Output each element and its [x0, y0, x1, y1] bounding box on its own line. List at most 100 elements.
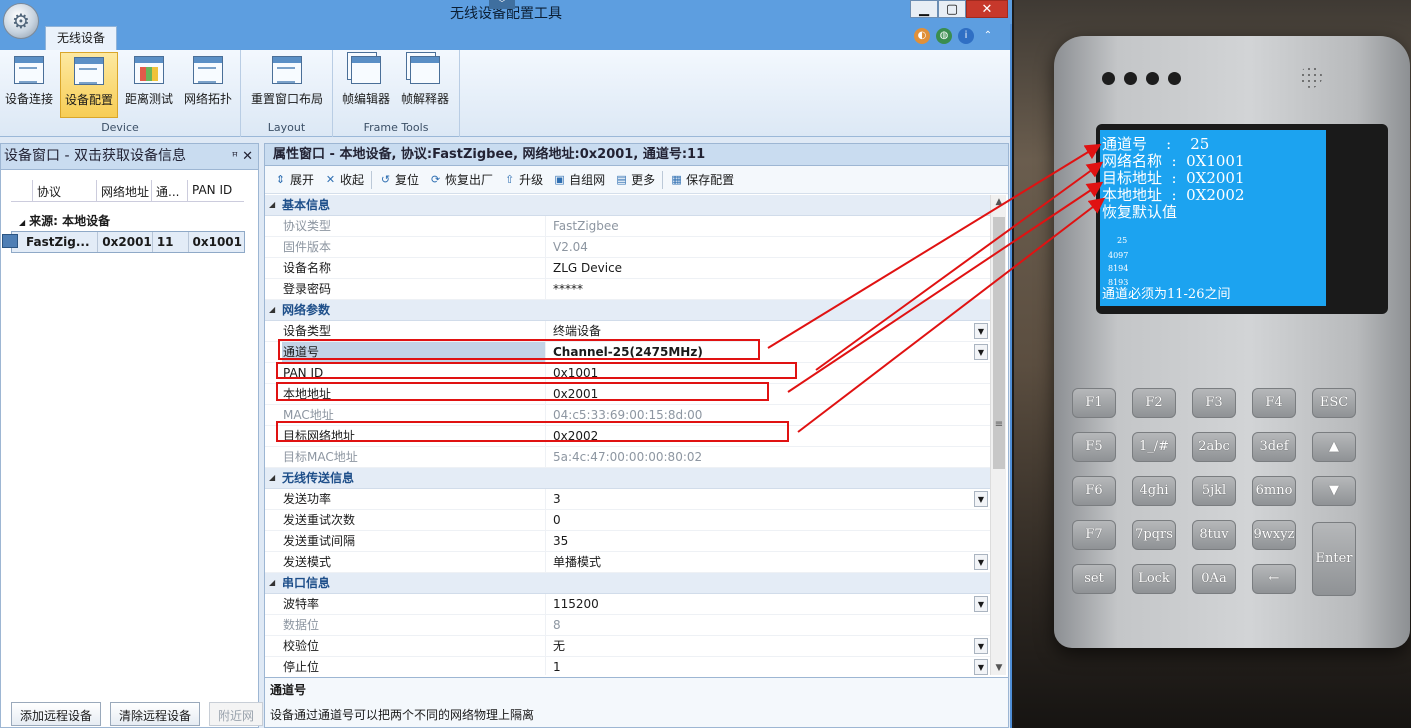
prop-row[interactable]: 校验位无 ▼ — [265, 636, 991, 657]
prop-row[interactable]: 发送重试次数 0 — [265, 510, 991, 531]
section-basic-info[interactable]: 基本信息 — [265, 195, 991, 216]
device-connect-button[interactable]: 设备连接 — [0, 52, 58, 118]
chevron-down-icon[interactable]: ▼ — [974, 323, 988, 339]
add-remote-device-button[interactable]: 添加远程设备 — [11, 702, 102, 726]
col-channel[interactable]: 通... — [152, 180, 188, 201]
device-channel: 11 — [153, 232, 189, 252]
maximize-button[interactable]: ▢ — [938, 0, 966, 18]
chevron-down-icon[interactable]: ▼ — [974, 659, 988, 675]
self-network-button[interactable]: ▣ 自组网 — [548, 171, 610, 188]
prop-value[interactable]: 单播模式 — [552, 552, 969, 572]
chevron-down-icon[interactable]: ▼ — [974, 344, 988, 360]
col-network-address[interactable]: 网络地址 — [97, 180, 152, 201]
upgrade-button[interactable]: ⇧ 升级 — [498, 171, 548, 188]
prop-value[interactable]: 0x2001 — [552, 384, 969, 404]
device-row[interactable]: FastZig... 0x2001 11 0x1001 — [2, 231, 245, 253]
prop-row[interactable]: 发送功率 3 ▼ — [265, 489, 991, 510]
property-scrollbar[interactable]: ▲ ≡ ▼ — [990, 195, 1006, 675]
tab-wireless-device[interactable]: 无线设备 — [45, 26, 117, 50]
scroll-up-icon[interactable]: ▲ — [991, 197, 1007, 207]
collapse-ribbon-icon[interactable]: ⌃ — [980, 28, 996, 44]
prop-row[interactable]: 数据位 8 — [265, 615, 991, 636]
minimize-button[interactable]: ▁ — [910, 0, 938, 18]
factory-reset-button[interactable]: ⟳ 恢复出厂 — [424, 171, 498, 188]
prop-row[interactable]: 目标MAC地址 5a:4c:47:00:00:00:80:02 — [265, 447, 991, 468]
collapse-button[interactable]: ✕ 收起 — [319, 171, 369, 188]
scroll-thumb[interactable] — [993, 217, 1005, 469]
save-config-button[interactable]: ▦ 保存配置 — [665, 171, 739, 188]
title-bar[interactable]: 无线设备配置工具 ﹀ ▁ ▢ ✕ — [0, 0, 1012, 24]
palette-icon[interactable]: ◐ — [914, 28, 930, 44]
device-config-button[interactable]: 设备配置 — [60, 52, 118, 118]
app-menu-icon[interactable]: ⚙ — [3, 3, 39, 39]
expand-button[interactable]: ⇕ 展开 — [269, 171, 319, 188]
prop-value[interactable]: 0x2002 — [552, 426, 969, 446]
network-topology-button[interactable]: 网络拓扑 — [179, 52, 237, 118]
prop-row[interactable]: 设备名称 ZLG Device — [265, 258, 991, 279]
globe-icon[interactable]: ◍ — [936, 28, 952, 44]
prop-row[interactable]: 停止位 1 ▼ — [265, 657, 991, 675]
prop-row-selected[interactable]: 通道号 Channel-25(2475MHz) ▼ — [265, 342, 991, 363]
more-button[interactable]: ▤ 更多 — [610, 171, 660, 188]
prop-key: 波特率 — [282, 594, 546, 615]
close-button[interactable]: ✕ — [966, 0, 1008, 18]
prop-row[interactable]: 发送重试间隔 35 — [265, 531, 991, 552]
device-table-header: 协议 网络地址 通... PAN ID — [11, 180, 244, 202]
prop-value[interactable]: 0 — [552, 510, 969, 530]
key-0: 0Aa — [1192, 564, 1236, 594]
prop-value[interactable]: ***** — [552, 279, 969, 299]
distance-test-button[interactable]: 距离测试 — [120, 52, 178, 118]
info-icon[interactable]: i — [958, 28, 974, 44]
device-photo: 通道号 : 25 网络名称 : 0X1001 目标地址 : 0X2001 本地地… — [1014, 0, 1411, 728]
prop-value[interactable]: 1 — [552, 657, 969, 675]
ribbon-group-device-label: Device — [101, 121, 139, 134]
frame-interpreter-button[interactable]: 帧解释器 — [396, 52, 454, 118]
toolbar-separator — [662, 170, 664, 189]
ribbon-group-frame-tools: 帧编辑器 帧解释器 Frame Tools — [333, 50, 460, 137]
close-pane-icon[interactable]: ✕ — [242, 144, 253, 169]
prop-row[interactable]: PAN ID 0x1001 — [265, 363, 991, 384]
col-pan-id[interactable]: PAN ID — [188, 180, 244, 201]
key-7: 7pqrs — [1132, 520, 1176, 550]
scroll-down-icon[interactable]: ▼ — [991, 663, 1007, 673]
prop-value[interactable]: 35 — [552, 531, 969, 551]
prop-row[interactable]: 发送模式 单播模式 ▼ — [265, 552, 991, 573]
pin-icon[interactable]: ꟸ — [232, 144, 238, 169]
source-group-label[interactable]: ◢ 来源: 本地设备 — [19, 212, 110, 229]
nearby-network-button[interactable]: 附近网 — [209, 702, 264, 726]
prop-row[interactable]: 设备类型 终端设备 ▼ — [265, 321, 991, 342]
frame-editor-button[interactable]: 帧编辑器 — [337, 52, 395, 118]
lcd-screen: 通道号 : 25 网络名称 : 0X1001 目标地址 : 0X2001 本地地… — [1100, 130, 1326, 306]
prop-value[interactable]: 终端设备 — [552, 321, 969, 341]
section-serial-info[interactable]: 串口信息 — [265, 573, 991, 594]
clear-remote-device-button[interactable]: 清除远程设备 — [110, 702, 201, 726]
col-protocol[interactable]: 协议 — [33, 180, 97, 201]
section-network-params[interactable]: 网络参数 — [265, 300, 991, 321]
prop-value[interactable]: 0x1001 — [552, 363, 969, 383]
prop-row[interactable]: 目标网络地址 0x2002 — [265, 426, 991, 447]
prop-key: 发送功率 — [282, 489, 546, 510]
quick-access-dropdown[interactable]: ﹀ — [489, 0, 515, 9]
lcd-value: 4097 — [1108, 251, 1129, 260]
prop-row[interactable]: 登录密码 ***** — [265, 279, 991, 300]
prop-value[interactable]: 无 — [552, 636, 969, 656]
device-connect-label: 设备连接 — [4, 92, 53, 106]
key-9: 9wxyz — [1252, 520, 1296, 550]
prop-row[interactable]: 协议类型 FastZigbee — [265, 216, 991, 237]
chevron-down-icon[interactable]: ▼ — [974, 491, 988, 507]
prop-row[interactable]: 固件版本 V2.04 — [265, 237, 991, 258]
section-wireless-transfer[interactable]: 无线传送信息 — [265, 468, 991, 489]
prop-value[interactable]: ZLG Device — [552, 258, 969, 278]
prop-row[interactable]: MAC地址 04:c5:33:69:00:15:8d:00 — [265, 405, 991, 426]
prop-row[interactable]: 波特率 115200 ▼ — [265, 594, 991, 615]
chevron-down-icon[interactable]: ▼ — [974, 596, 988, 612]
chevron-down-icon[interactable]: ▼ — [974, 554, 988, 570]
prop-value[interactable]: 115200 — [552, 594, 969, 614]
reset-button[interactable]: ↺ 复位 — [374, 171, 424, 188]
chevron-down-icon[interactable]: ▼ — [974, 638, 988, 654]
save-config-label: 保存配置 — [686, 173, 735, 187]
reset-layout-button[interactable]: 重置窗口布局 — [245, 52, 329, 118]
prop-row[interactable]: 本地地址 0x2001 — [265, 384, 991, 405]
prop-value[interactable]: 3 — [552, 489, 969, 509]
prop-value[interactable]: Channel-25(2475MHz) — [552, 342, 969, 362]
